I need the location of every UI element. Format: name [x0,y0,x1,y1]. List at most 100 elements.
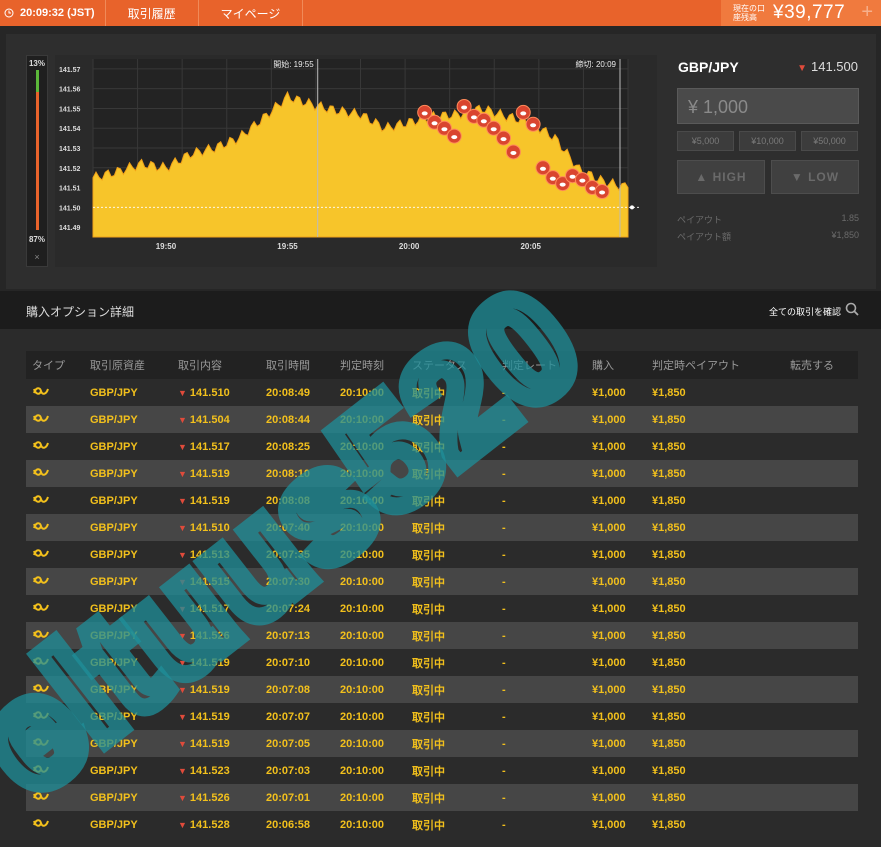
cell-time: 20:07:30 [266,575,311,588]
cell-status: 取引中 [412,711,445,724]
low-button[interactable]: ▼ LOW [771,160,859,194]
table-row: GBP/JPY ▼ 141.519 20:07:08 20:10:00 取引中 - ¥1,00… [26,676,858,703]
cell-judge-time: 20:10:00 [340,575,385,588]
clock-time: 20:09:32 (JST) [20,7,95,19]
y-tick-label: 141.53 [59,146,81,153]
table-row: GBP/JPY ▼ 141.504 20:08:44 20:10:00 取引中 - ¥1,00… [26,406,858,433]
y-tick-label: 141.56 [59,87,81,94]
down-arrow-icon: ▼ [178,468,187,479]
cell-asset: GBP/JPY [90,629,138,642]
y-tick-label: 141.49 [59,225,81,232]
table-row: GBP/JPY ▼ 141.517 20:08:25 20:10:00 取引中 - ¥1,00… [26,433,858,460]
col-content: 取引内容 [178,360,222,372]
cell-judge-rate: - [502,521,506,534]
balance-label: 現在の口座残高 [733,4,765,22]
table-row: GBP/JPY ▼ 141.519 20:08:10 20:10:00 取引中 - ¥1,00… [26,460,858,487]
type-icon [26,628,84,643]
table-row: GBP/JPY ▼ 141.528 20:06:58 20:10:00 取引中 - ¥1,00… [26,811,858,838]
cell-judge-rate: - [502,440,506,453]
cell-judge-time: 20:10:00 [340,656,385,669]
table-header: タイプ 取引原資産 取引内容 取引時間 判定時刻 ステータス 判定レート 購入 … [26,351,858,379]
col-buy: 購入 [592,360,614,372]
high-button[interactable]: ▲ HIGH [677,160,765,194]
cell-rate: ▼ 141.523 [172,765,260,777]
gauge-low-pct: 87% [28,235,45,244]
cell-rate: ▼ 141.519 [172,711,260,723]
down-arrow-icon: ▼ [178,792,187,803]
cell-judge-time: 20:10:00 [340,521,385,534]
cell-rate-value: 141.517 [189,440,230,453]
col-time: 取引時間 [266,360,310,372]
down-arrow-icon: ▼ [178,684,187,695]
cell-rate: ▼ 141.517 [172,441,260,453]
cell-status: 取引中 [412,738,445,751]
cell-asset: GBP/JPY [90,764,138,777]
deposit-plus-button[interactable]: + [861,1,873,24]
trade-table: タイプ 取引原資産 取引内容 取引時間 判定時刻 ステータス 判定レート 購入 … [26,351,858,838]
nav-trade-history[interactable]: 取引履歴 [106,0,199,26]
cell-rate-value: 141.519 [189,737,230,750]
clock-icon [4,8,14,18]
quick-amount-50000[interactable]: ¥50,000 [801,131,858,151]
cell-payout: ¥1,850 [652,467,686,480]
down-arrow-icon: ▼ [178,738,187,749]
cell-judge-rate: - [502,656,506,669]
type-icon [26,466,84,481]
search-icon[interactable] [845,302,859,316]
cell-buy: ¥1,000 [592,467,626,480]
cell-rate-value: 141.528 [189,818,230,831]
cell-buy: ¥1,000 [592,494,626,507]
type-icon [26,709,84,724]
type-icon [26,655,84,670]
y-tick-label: 141.52 [59,166,81,173]
cell-judge-time: 20:10:00 [340,629,385,642]
gauge-low-bar [36,92,39,230]
cell-rate: ▼ 141.519 [172,495,260,507]
cell-judge-rate: - [502,683,506,696]
cell-payout: ¥1,850 [652,602,686,615]
cell-rate-value: 141.513 [189,548,230,561]
cell-rate-value: 141.519 [189,710,230,723]
cell-judge-time: 20:10:00 [340,818,385,831]
gauge-close-icon[interactable]: × [27,252,47,262]
table-row: GBP/JPY ▼ 141.519 20:07:05 20:10:00 取引中 - ¥1,00… [26,730,858,757]
trade-type-icon [33,468,49,476]
gauge-high-bar [36,70,39,92]
cell-rate-value: 141.523 [189,764,230,777]
cell-asset: GBP/JPY [90,791,138,804]
type-icon [26,736,84,751]
cell-status: 取引中 [412,441,445,454]
all-trades-link[interactable]: 全ての取引を確認 [769,305,841,318]
payout-label: ペイアウト [677,215,723,225]
cell-rate-value: 141.526 [189,791,230,804]
down-arrow-icon: ▼ [178,603,187,614]
trade-type-icon [33,711,49,719]
cell-rate-value: 141.519 [189,467,230,480]
cell-payout: ¥1,850 [652,413,686,426]
quick-amount-5000[interactable]: ¥5,000 [677,131,734,151]
cell-time: 20:07:10 [266,656,311,669]
cell-rate: ▼ 141.504 [172,414,260,426]
cell-rate-value: 141.515 [189,575,230,588]
cell-judge-time: 20:10:00 [340,494,385,507]
table-row: GBP/JPY ▼ 141.513 20:07:35 20:10:00 取引中 - ¥1,00… [26,541,858,568]
cell-judge-time: 20:10:00 [340,710,385,723]
cell-buy: ¥1,000 [592,791,626,804]
down-arrow-icon: ▼ [178,522,187,533]
down-arrow-icon: ▼ [178,549,187,560]
amount-input[interactable]: ¥ 1,000 [677,88,859,124]
cell-time: 20:07:40 [266,521,311,534]
table-row: GBP/JPY ▼ 141.515 20:07:30 20:10:00 取引中 - ¥1,00… [26,568,858,595]
current-rate-dot [630,205,634,210]
quick-amount-10000[interactable]: ¥10,000 [739,131,796,151]
cell-payout: ¥1,850 [652,710,686,723]
cell-rate: ▼ 141.526 [172,792,260,804]
cell-judge-rate: - [502,386,506,399]
table-row: GBP/JPY ▼ 141.519 20:08:08 20:10:00 取引中 - ¥1,00… [26,487,858,514]
cell-judge-rate: - [502,629,506,642]
current-rate-value: 141.500 [811,59,858,74]
trade-type-icon [33,549,49,557]
cell-status: 取引中 [412,414,445,427]
nav-mypage[interactable]: マイページ [199,0,304,26]
cell-rate: ▼ 141.519 [172,684,260,696]
